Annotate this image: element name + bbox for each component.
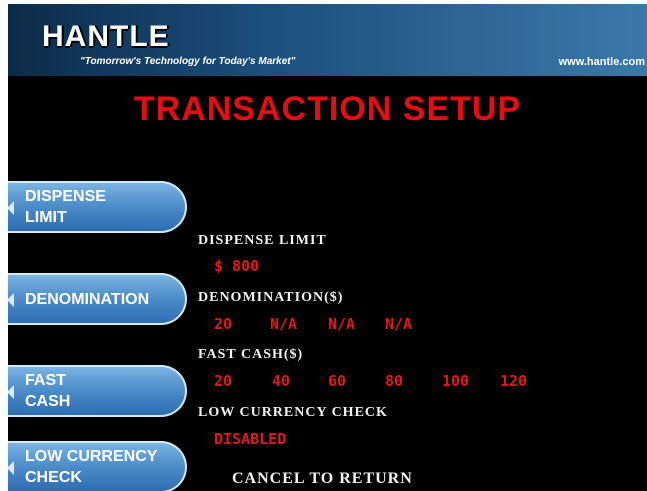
fast-cash-value-6: 120 bbox=[500, 372, 528, 390]
fast-cash-value-3: 60 bbox=[328, 372, 347, 390]
cancel-to-return-instruction: CANCEL TO RETURN bbox=[232, 470, 413, 487]
left-arrow-icon bbox=[8, 293, 14, 307]
atm-screen: HANTLE "Tomorrow's Technology for Today'… bbox=[0, 0, 647, 491]
denomination-value-3: N/A bbox=[328, 315, 356, 333]
header-banner: HANTLE "Tomorrow's Technology for Today'… bbox=[8, 4, 647, 76]
fast-cash-label: FAST CASH($) bbox=[198, 347, 304, 362]
atm-display: HANTLE "Tomorrow's Technology for Today'… bbox=[8, 4, 647, 491]
left-arrow-icon bbox=[8, 385, 14, 399]
denomination-value-2: N/A bbox=[270, 315, 298, 333]
left-arrow-icon bbox=[8, 461, 14, 475]
dispense-limit-button[interactable]: DISPENSE LIMIT bbox=[8, 181, 187, 233]
dispense-limit-value: $ 800 bbox=[214, 257, 260, 275]
fast-cash-button[interactable]: FAST CASH bbox=[8, 365, 187, 417]
low-currency-check-button[interactable]: LOW CURRENCY CHECK bbox=[8, 441, 187, 491]
left-arrow-icon bbox=[8, 201, 14, 215]
denomination-label: DENOMINATION($) bbox=[198, 290, 344, 305]
denomination-button[interactable]: DENOMINATION bbox=[8, 273, 187, 325]
hantle-logo: HANTLE bbox=[42, 20, 170, 53]
fast-cash-value-4: 80 bbox=[385, 372, 404, 390]
page-title: TRANSACTION SETUP bbox=[133, 90, 522, 128]
low-currency-check-button-label: LOW CURRENCY CHECK bbox=[25, 448, 158, 486]
fast-cash-button-label: FAST CASH bbox=[25, 372, 71, 410]
fast-cash-value-5: 100 bbox=[442, 372, 470, 390]
denomination-value-4: N/A bbox=[385, 315, 413, 333]
website-url: www.hantle.com bbox=[558, 56, 645, 68]
fast-cash-value-1: 20 bbox=[214, 372, 233, 390]
denomination-button-label: DENOMINATION bbox=[25, 290, 150, 308]
fast-cash-value-2: 40 bbox=[272, 372, 291, 390]
low-currency-check-value: DISABLED bbox=[214, 430, 287, 448]
low-currency-check-label: LOW CURRENCY CHECK bbox=[198, 405, 388, 420]
tagline: "Tomorrow's Technology for Today's Marke… bbox=[80, 56, 296, 67]
denomination-value-1: 20 bbox=[214, 315, 233, 333]
dispense-limit-button-label: DISPENSE LIMIT bbox=[25, 188, 106, 226]
dispense-limit-label: DISPENSE LIMIT bbox=[198, 233, 327, 248]
